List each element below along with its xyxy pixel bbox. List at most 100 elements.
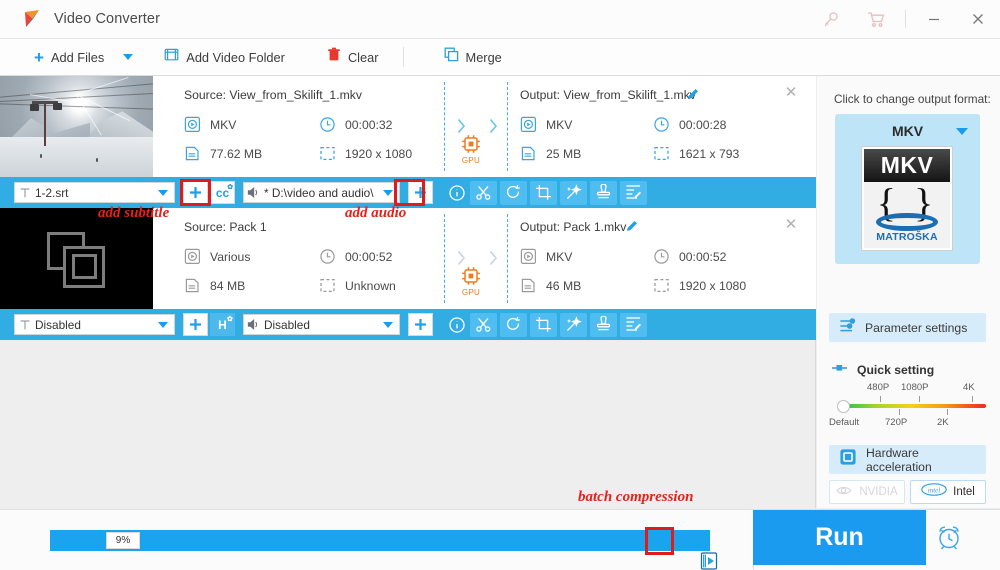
merge-button[interactable]: Merge	[434, 39, 512, 75]
chevron-down-icon[interactable]	[152, 190, 174, 196]
output-format: MKV	[520, 248, 572, 265]
output-filename: Output: View_from_Skilift_1.mkv	[520, 88, 696, 102]
rotate-icon[interactable]	[500, 181, 527, 205]
output-resolution: 1621 x 793	[653, 145, 739, 162]
stamp-icon[interactable]	[590, 181, 617, 205]
add-subtitle-button[interactable]	[183, 313, 208, 336]
output-format-label: MKV	[546, 250, 572, 264]
title-bar-divider	[905, 10, 906, 28]
slider-label-480p: 480P	[867, 382, 889, 393]
hardware-acceleration-button[interactable]: Hardware acceleration	[829, 445, 986, 474]
quick-setting-icon	[831, 361, 849, 379]
crop-icon[interactable]	[530, 313, 557, 337]
chevron-down-icon[interactable]	[152, 322, 174, 328]
file-list: Source: View_from_Skilift_1.mkv MKV	[0, 76, 816, 508]
batch-compression-icon[interactable]	[700, 552, 718, 570]
output-format-card[interactable]: MKV MKV { } MATROŠKA	[835, 114, 980, 264]
clock-icon	[319, 116, 336, 133]
gpu-conversion-indicator: GPU	[427, 208, 521, 309]
info-icon[interactable]	[443, 313, 470, 337]
video-file-icon	[184, 116, 201, 133]
slider-label-1080p: 1080P	[901, 382, 928, 393]
mkv-logo-word: MATROŠKA	[864, 231, 950, 243]
clock-icon	[653, 116, 670, 133]
scissors-icon[interactable]	[470, 181, 497, 205]
source-size-label: 84 MB	[210, 279, 245, 293]
run-button[interactable]: Run	[753, 510, 926, 565]
add-audio-highlight	[394, 179, 425, 206]
edit-pencil-icon[interactable]	[625, 219, 639, 233]
subtitle-edit-icon[interactable]	[620, 181, 647, 205]
scissors-icon[interactable]	[470, 313, 497, 337]
parameter-settings-button[interactable]: Parameter settings	[829, 313, 986, 342]
magic-wand-icon[interactable]	[560, 313, 587, 337]
slider-label-4k: 4K	[963, 382, 975, 393]
annotation-add-audio: add audio	[345, 205, 406, 222]
subtitle-select[interactable]: 1-2.srt	[14, 182, 175, 203]
subtitle-T-icon	[15, 187, 35, 199]
key-icon[interactable]	[807, 0, 853, 39]
clear-button[interactable]: Clear	[317, 39, 389, 75]
remove-file-button[interactable]: ✕	[783, 217, 799, 233]
slider-knob[interactable]	[837, 400, 850, 413]
add-video-folder-button[interactable]: Add Video Folder	[154, 39, 295, 75]
output-size: 25 MB	[520, 145, 581, 162]
output-resolution-label: 1920 x 1080	[679, 279, 746, 293]
chevron-down-icon[interactable]	[377, 322, 399, 328]
track-control-bar: Disabled H✿ Disabled	[0, 309, 816, 340]
chip-icon	[839, 448, 857, 471]
chevron-down-icon[interactable]	[956, 128, 968, 135]
closed-caption-settings-button[interactable]: cc✿	[210, 181, 235, 204]
info-icon[interactable]	[443, 181, 470, 205]
cart-icon[interactable]	[853, 0, 899, 39]
annotation-batch-compression: batch compression	[578, 489, 693, 506]
audio-value: * D:\video and audio\	[264, 186, 377, 200]
video-converter-window: Video Converter + A	[0, 0, 1000, 570]
source-size: 84 MB	[184, 277, 245, 294]
progress-bar[interactable]: 9%	[50, 530, 710, 551]
crop-icon[interactable]	[530, 181, 557, 205]
clear-label: Clear	[348, 50, 379, 65]
audio-select[interactable]: Disabled	[243, 314, 400, 335]
source-size-label: 77.62 MB	[210, 147, 262, 161]
add-subtitle-highlight	[180, 179, 211, 206]
subtitle-T-icon	[15, 319, 35, 331]
stamp-icon[interactable]	[590, 313, 617, 337]
output-format-heading: Click to change output format:	[834, 92, 991, 106]
subtitle-select[interactable]: Disabled	[14, 314, 175, 335]
remove-file-button[interactable]: ✕	[783, 85, 799, 101]
gpu-conversion-indicator: GPU	[427, 76, 521, 177]
add-files-button[interactable]: + Add Files	[24, 39, 114, 75]
intel-button[interactable]: intel Intel	[910, 480, 986, 504]
add-files-dropdown[interactable]	[114, 39, 142, 75]
rotate-icon[interactable]	[500, 313, 527, 337]
batch-compression-highlight	[645, 527, 674, 555]
output-resolution: 1920 x 1080	[653, 277, 746, 294]
minimize-icon[interactable]	[912, 0, 956, 39]
audio-select[interactable]: * D:\video and audio\	[243, 182, 400, 203]
folder-icon	[164, 47, 179, 67]
source-resolution: 1920 x 1080	[319, 145, 412, 162]
file-row[interactable]: Source: Pack 1 Various 00:	[0, 208, 816, 309]
gpu-chip-icon	[460, 133, 482, 155]
add-video-folder-label: Add Video Folder	[186, 50, 285, 65]
video-thumbnail[interactable]	[0, 76, 153, 177]
video-thumbnail[interactable]	[0, 208, 153, 309]
mkv-ellipse	[876, 213, 938, 231]
edit-pencil-icon[interactable]	[686, 87, 700, 101]
hardcode-subtitle-button[interactable]: H✿	[210, 313, 235, 336]
file-row[interactable]: Source: View_from_Skilift_1.mkv MKV	[0, 76, 816, 177]
slider-track[interactable]	[846, 404, 986, 408]
alarm-clock-icon[interactable]	[934, 522, 964, 552]
chevron-right-icon	[457, 250, 466, 266]
close-icon[interactable]	[956, 0, 1000, 39]
add-audio-button[interactable]	[408, 313, 433, 336]
video-file-icon	[520, 116, 537, 133]
source-format: MKV	[184, 116, 236, 133]
nvidia-button[interactable]: NVIDIA	[829, 480, 905, 504]
magic-wand-icon[interactable]	[560, 181, 587, 205]
clock-icon	[319, 248, 336, 265]
subtitle-edit-icon[interactable]	[620, 313, 647, 337]
gpu-label: GPU	[457, 288, 485, 297]
progress-area: 9%	[0, 510, 745, 570]
